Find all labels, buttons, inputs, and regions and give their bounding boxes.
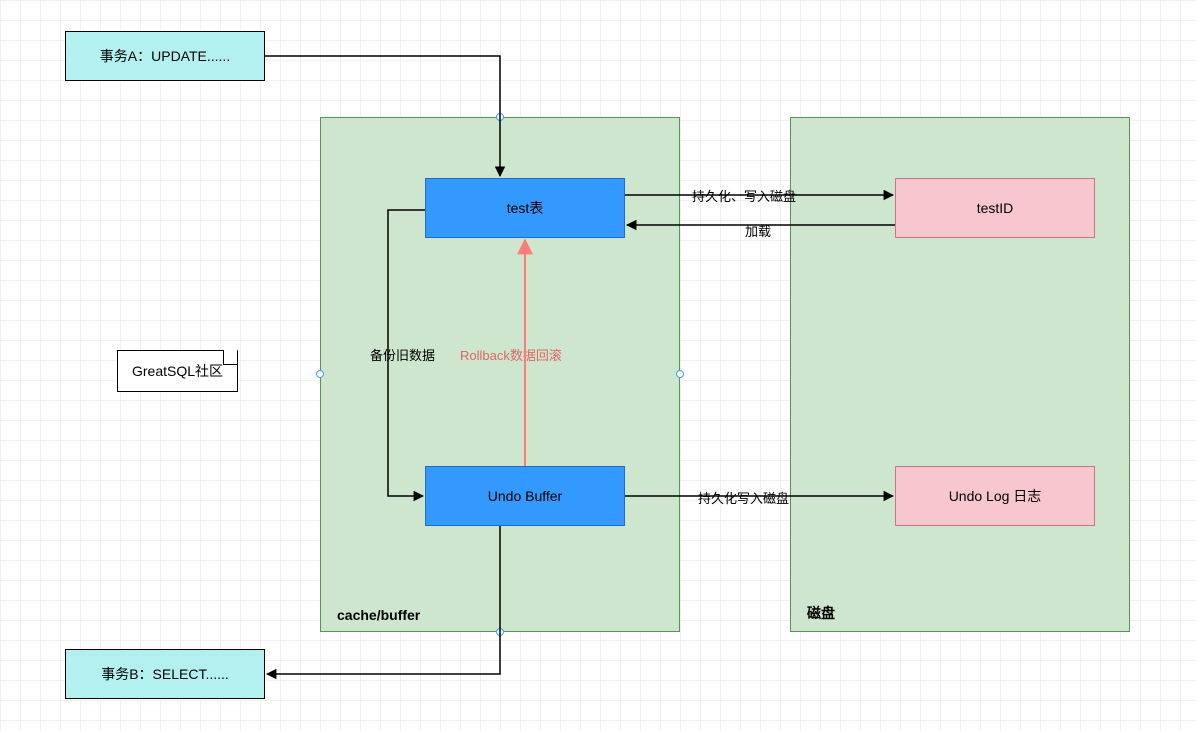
label-backup: 备份旧数据	[370, 345, 435, 364]
label-persist-write: 持久化、写入磁盘	[692, 186, 796, 205]
box-test-id[interactable]: testID	[895, 178, 1095, 238]
note-greatsql[interactable]: GreatSQL社区	[117, 350, 238, 392]
box-undo-buffer[interactable]: Undo Buffer	[425, 466, 625, 526]
box-undo-buffer-label: Undo Buffer	[488, 488, 562, 504]
container-disk-label: 磁盘	[807, 603, 835, 623]
box-test-table[interactable]: test表	[425, 178, 625, 238]
box-transaction-a[interactable]: 事务A：UPDATE......	[65, 31, 265, 81]
box-transaction-b-label: 事务B：SELECT......	[101, 664, 229, 684]
label-persist-write2: 持久化写入磁盘	[698, 488, 789, 507]
selection-handle[interactable]	[316, 370, 324, 378]
box-transaction-b[interactable]: 事务B：SELECT......	[65, 649, 265, 699]
box-test-id-label: testID	[977, 200, 1014, 216]
selection-handle[interactable]	[496, 113, 504, 121]
note-greatsql-label: GreatSQL社区	[132, 363, 223, 379]
box-transaction-a-label: 事务A：UPDATE......	[100, 46, 230, 66]
box-test-table-label: test表	[507, 198, 544, 218]
selection-handle[interactable]	[676, 370, 684, 378]
container-cache-buffer-label: cache/buffer	[337, 607, 420, 623]
selection-handle[interactable]	[496, 628, 504, 636]
label-load: 加载	[745, 221, 771, 240]
box-undo-log-label: Undo Log 日志	[949, 486, 1042, 506]
label-rollback: Rollback数据回滚	[460, 345, 562, 364]
box-undo-log[interactable]: Undo Log 日志	[895, 466, 1095, 526]
